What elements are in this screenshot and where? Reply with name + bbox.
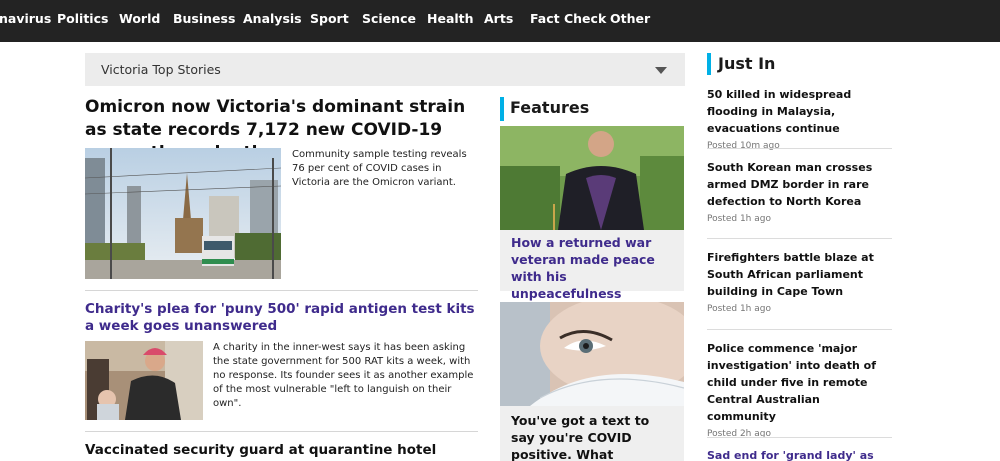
chevron-down-icon — [655, 67, 667, 74]
top-nav: navirus Politics World Business Analysis… — [0, 0, 1000, 42]
nav-item-analysis[interactable]: Analysis — [243, 11, 302, 27]
just-in-divider — [707, 437, 892, 438]
father-child-photo[interactable] — [85, 341, 203, 420]
nav-item-science[interactable]: Science — [362, 11, 416, 27]
nav-item-sport[interactable]: Sport — [310, 11, 349, 27]
just-in-item-title: South Korean man crosses armed DMZ borde… — [707, 161, 873, 208]
feature-card-caption: How a returned war veteran made peace wi… — [511, 235, 655, 301]
charity-story-blurb: A charity in the inner-west says it has … — [213, 342, 474, 409]
just-in-item-time: Posted 1h ago — [707, 304, 771, 314]
nav-item-health[interactable]: Health — [427, 11, 474, 27]
just-in-item[interactable]: Police commence 'major investigation' in… — [707, 340, 892, 439]
top-stories-dropdown[interactable]: Victoria Top Stories — [85, 53, 685, 86]
dropdown-label: Victoria Top Stories — [101, 62, 221, 77]
features-heading: Features — [510, 98, 590, 117]
charity-story-headline[interactable]: Charity's plea for 'puny 500' rapid anti… — [85, 301, 480, 335]
just-in-item[interactable]: 50 killed in widespread flooding in Mala… — [707, 86, 892, 151]
just-in-item-title: 50 killed in widespread flooding in Mala… — [707, 88, 852, 135]
security-guard-story-headline[interactable]: Vaccinated security guard at quarantine … — [85, 442, 480, 461]
nav-item-politics[interactable]: Politics — [57, 11, 108, 27]
just-in-heading: Just In — [718, 54, 776, 73]
nav-item-other[interactable]: Other — [610, 11, 650, 27]
lead-story-blurb: Community sample testing reveals 76 per … — [292, 149, 467, 188]
just-in-item-title: Firefighters battle blaze at South Afric… — [707, 251, 874, 298]
features-accent-bar — [500, 97, 504, 121]
story-divider — [85, 431, 478, 432]
just-in-item[interactable]: Sad end for 'grand lady' as 99-year- — [707, 447, 892, 461]
just-in-accent-bar — [707, 53, 711, 75]
just-in-item[interactable]: South Korean man crosses armed DMZ borde… — [707, 159, 892, 224]
just-in-item[interactable]: Firefighters battle blaze at South Afric… — [707, 249, 892, 314]
nav-item-business[interactable]: Business — [173, 11, 235, 27]
nav-item-world[interactable]: World — [119, 11, 160, 27]
nav-item-arts[interactable]: Arts — [484, 11, 513, 27]
just-in-item-time: Posted 1h ago — [707, 214, 771, 224]
mask-face-photo — [500, 302, 684, 406]
monk-photo — [500, 126, 684, 230]
nav-item-fact-check[interactable]: Fact Check — [530, 11, 606, 27]
feature-card-caption: You've got a text to say you're COVID po… — [511, 413, 650, 461]
just-in-divider — [707, 238, 892, 239]
tram-street-photo[interactable] — [85, 148, 281, 279]
story-divider — [85, 290, 478, 291]
feature-card-veteran[interactable]: How a returned war veteran made peace wi… — [500, 126, 684, 301]
nav-item-coronavirus[interactable]: navirus — [0, 11, 51, 27]
just-in-divider — [707, 329, 892, 330]
just-in-divider — [707, 148, 892, 149]
just-in-item-time: Posted 10m ago — [707, 141, 780, 151]
just-in-item-title: Police commence 'major investigation' in… — [707, 342, 876, 423]
feature-card-covid-text[interactable]: You've got a text to say you're COVID po… — [500, 302, 684, 461]
just-in-item-title: Sad end for 'grand lady' as 99-year- — [707, 449, 874, 461]
